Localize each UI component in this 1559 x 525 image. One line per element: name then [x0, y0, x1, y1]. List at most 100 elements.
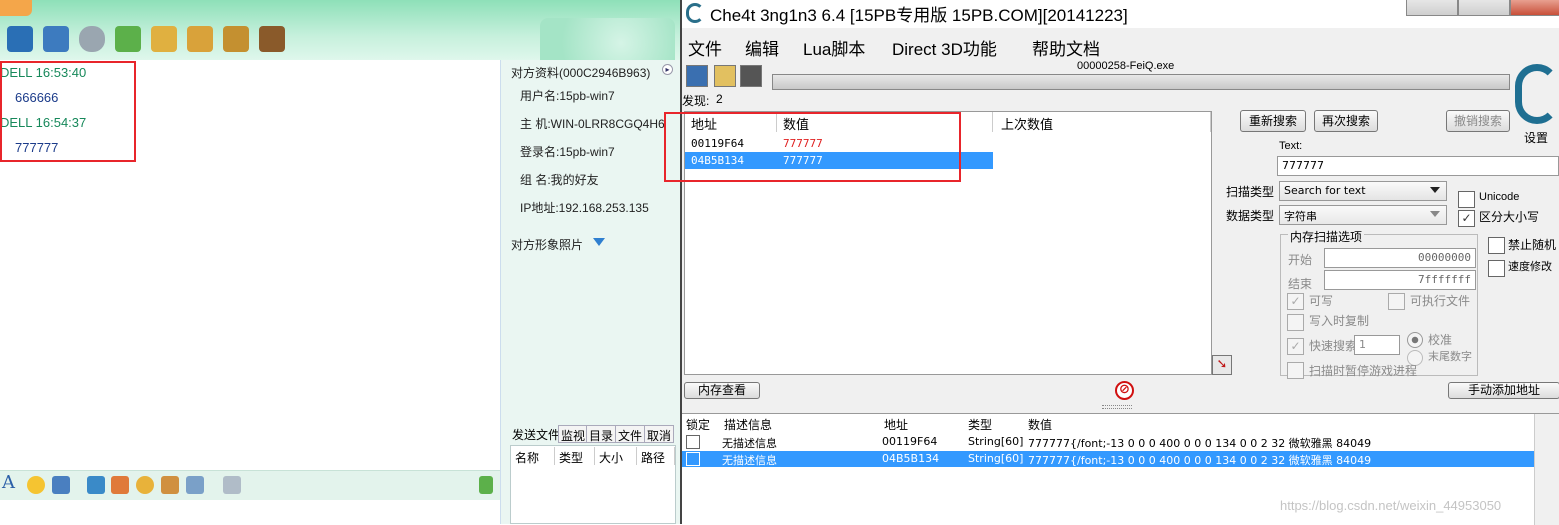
- start-label: 开始: [1288, 253, 1313, 267]
- splitter-handle[interactable]: [1102, 405, 1132, 409]
- menu-d3d[interactable]: Direct 3D功能: [892, 35, 997, 60]
- font-icon[interactable]: A: [2, 472, 15, 493]
- start-address-input[interactable]: 00000000: [1324, 248, 1476, 268]
- disable-random-checkbox[interactable]: [1488, 237, 1505, 254]
- fast-scan-input[interactable]: 1: [1354, 335, 1400, 355]
- monitor-icon[interactable]: [7, 26, 33, 52]
- mem-options-label: 内存扫描选项: [1288, 228, 1365, 245]
- fast-scan-checkbox[interactable]: ✓: [1287, 338, 1304, 355]
- open-file-icon[interactable]: [714, 65, 736, 87]
- value-type-label: 数据类型: [1226, 209, 1275, 223]
- chevron-down-icon: [1430, 187, 1440, 193]
- address-list: 锁定 描述信息 地址 类型 数值 无描述信息 00119F64 String[6…: [682, 413, 1559, 525]
- found-label: 发现:: [682, 94, 710, 108]
- tab-file[interactable]: 文件: [615, 425, 646, 443]
- tab-cancel[interactable]: 取消: [644, 425, 675, 443]
- image-icon[interactable]: [87, 476, 105, 494]
- ce-logo-icon[interactable]: [1515, 64, 1559, 124]
- fast-scan-label: 快速搜索: [1309, 339, 1358, 353]
- stop-icon[interactable]: ⊘: [1115, 381, 1134, 400]
- home-icon[interactable]: [259, 26, 285, 52]
- lock-icon[interactable]: [479, 476, 493, 494]
- column-header[interactable]: 数值: [1028, 416, 1052, 433]
- executable-checkbox[interactable]: [1388, 293, 1405, 310]
- value-type-value: 字符串: [1284, 210, 1317, 223]
- speedhack-checkbox[interactable]: [1488, 260, 1505, 277]
- scan-type-select[interactable]: Search for text: [1279, 181, 1447, 201]
- case-sensitive-label: 区分大小写: [1479, 210, 1540, 224]
- undo-scan-button[interactable]: 撤销搜索: [1446, 110, 1510, 132]
- chevron-down-icon[interactable]: [593, 238, 605, 246]
- add-address-manually-button[interactable]: 手动添加地址: [1448, 382, 1559, 399]
- case-sensitive-checkbox[interactable]: ✓: [1458, 210, 1475, 227]
- remote-desktop-icon[interactable]: [43, 26, 69, 52]
- send-file-tab[interactable]: 发送文件: [510, 425, 562, 443]
- photo-label[interactable]: 对方形象照片: [511, 236, 583, 253]
- column-header[interactable]: 锁定: [686, 416, 710, 433]
- expand-arrow-icon[interactable]: ▸: [662, 64, 673, 75]
- user-folder-icon[interactable]: [223, 26, 249, 52]
- column-header[interactable]: 类型: [555, 447, 595, 465]
- sticker-icon[interactable]: [136, 476, 154, 494]
- minimize-button[interactable]: [1406, 0, 1458, 16]
- scan-type-value: Search for text: [1284, 184, 1366, 197]
- menu-file[interactable]: 文件: [688, 35, 722, 60]
- address-value: 00119F64: [882, 435, 938, 448]
- pause-game-checkbox[interactable]: [1287, 362, 1304, 379]
- clipboard-icon[interactable]: [161, 476, 179, 494]
- value-type-select[interactable]: 字符串: [1279, 205, 1447, 225]
- column-header[interactable]: 类型: [968, 416, 992, 433]
- stop-address-input[interactable]: 7fffffff: [1324, 270, 1476, 290]
- memory-view-button[interactable]: 内存查看: [684, 382, 760, 399]
- column-header[interactable]: 描述信息: [724, 416, 772, 433]
- address-value: 04B5B134: [882, 452, 940, 465]
- chat-toolbar: [0, 0, 680, 60]
- profile-title: 对方资料(000C2946B963): [511, 66, 651, 80]
- lock-checkbox[interactable]: [686, 435, 700, 449]
- save-icon[interactable]: [740, 65, 762, 87]
- cheat-engine-window: Che4t 3ng1n3 6.4 [15PB专用版 15PB.COM][2014…: [664, 0, 1559, 525]
- screenshot-icon[interactable]: [52, 476, 70, 494]
- copy-on-write-checkbox[interactable]: [1287, 314, 1304, 331]
- text-label: Text:: [1279, 140, 1303, 152]
- tab-directory[interactable]: 目录: [586, 425, 617, 443]
- arrow-down-right-icon[interactable]: ➘: [1212, 355, 1232, 375]
- pen-icon[interactable]: [111, 476, 129, 494]
- chevron-down-icon: [1430, 211, 1440, 217]
- emoji-icon[interactable]: [27, 476, 45, 494]
- lock-checkbox[interactable]: [686, 452, 700, 466]
- menu-lua[interactable]: Lua脚本: [803, 35, 865, 60]
- maximize-button[interactable]: [1458, 0, 1510, 16]
- table-row[interactable]: 无描述信息 04B5B134 String[60] 777777{/font;-…: [682, 451, 1534, 467]
- column-header[interactable]: 地址: [884, 416, 908, 433]
- tab-monitor[interactable]: 监视: [558, 425, 589, 443]
- stop-label: 结束: [1288, 277, 1313, 291]
- close-button[interactable]: [1510, 0, 1559, 16]
- microphone-icon[interactable]: [79, 26, 105, 52]
- alignment-radio[interactable]: [1407, 332, 1423, 348]
- column-header[interactable]: 路径: [637, 447, 675, 465]
- unicode-checkbox[interactable]: [1458, 191, 1475, 208]
- scan-progress-bar: [772, 74, 1510, 90]
- group-label: 组 名:我的好友: [520, 173, 599, 187]
- folder-icon[interactable]: [187, 26, 213, 52]
- new-scan-button[interactable]: 重新搜索: [1240, 110, 1306, 132]
- executable-label: 可执行文件: [1410, 294, 1471, 308]
- column-header[interactable]: 大小: [595, 447, 637, 465]
- column-header[interactable]: 名称: [511, 447, 555, 465]
- shake-icon[interactable]: [186, 476, 204, 494]
- search-text-input[interactable]: 777777: [1277, 156, 1559, 176]
- address-data: 777777{/font;-13 0 0 0 400 0 0 0 134 0 0…: [1028, 437, 1372, 450]
- send-file-icon[interactable]: [115, 26, 141, 52]
- next-scan-button[interactable]: 再次搜索: [1314, 110, 1378, 132]
- settings-label[interactable]: 设置: [1524, 129, 1548, 146]
- writable-checkbox[interactable]: ✓: [1287, 293, 1304, 310]
- folder-send-icon[interactable]: [151, 26, 177, 52]
- history-icon[interactable]: [223, 476, 241, 494]
- table-row[interactable]: 无描述信息 00119F64 String[60] 777777{/font;-…: [682, 434, 1534, 450]
- menu-edit[interactable]: 编辑: [745, 35, 779, 60]
- menu-help[interactable]: 帮助文档: [1032, 35, 1100, 60]
- select-process-icon[interactable]: [686, 65, 708, 87]
- scrollbar[interactable]: [1534, 414, 1559, 525]
- column-header[interactable]: 上次数值: [993, 112, 1211, 132]
